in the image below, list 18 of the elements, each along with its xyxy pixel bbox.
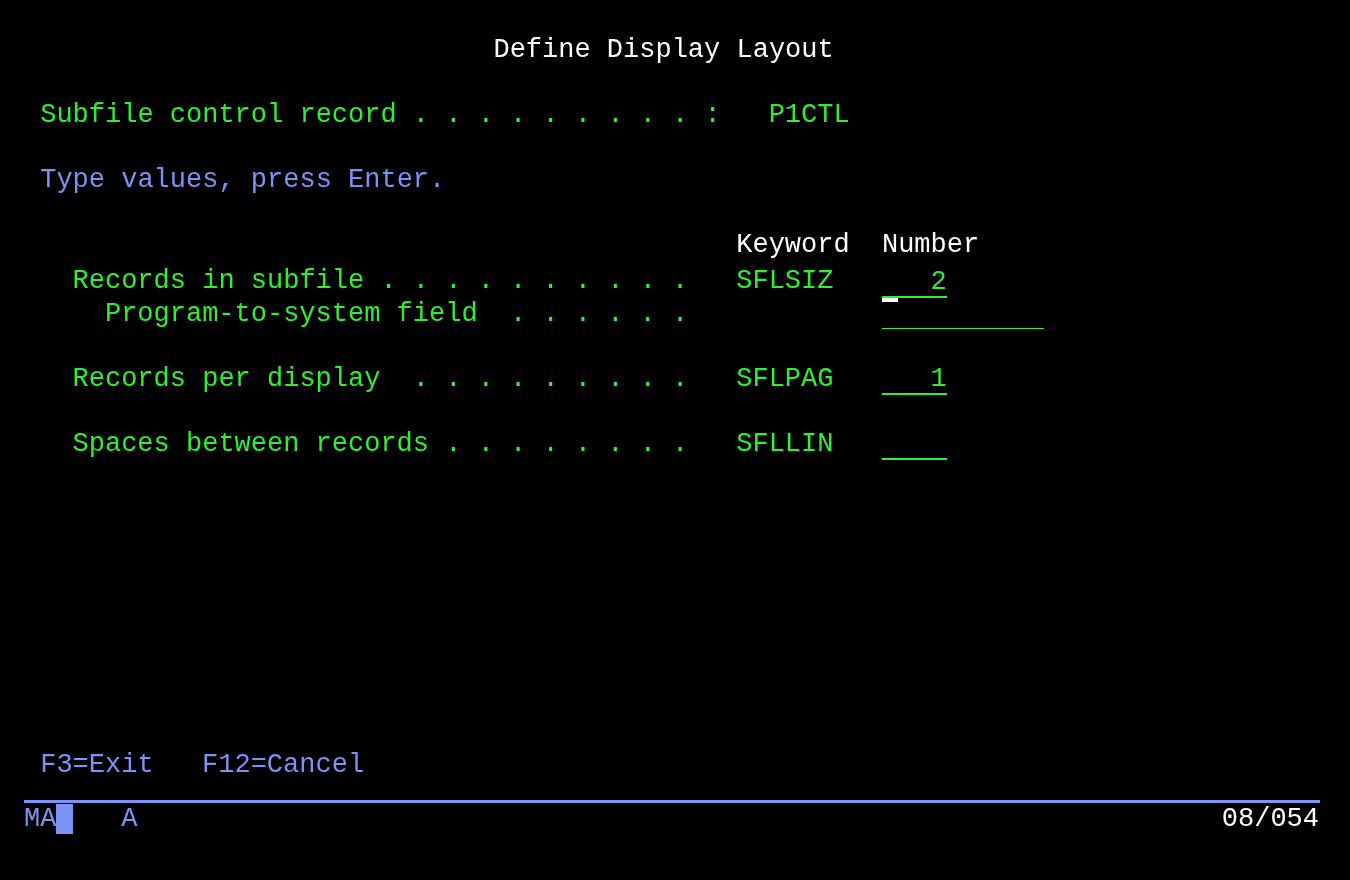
column-heading: Keyword — [736, 229, 850, 262]
field-label: Records in subfile . . . . . . . . . . — [72, 265, 689, 298]
field-label: Records per display . . . . . . . . . — [72, 362, 689, 396]
function-key[interactable]: F3=Exit — [40, 749, 154, 782]
field-label: Program-to-system field . . . . . . — [104, 297, 689, 331]
mode-indicator: MA — [24, 802, 57, 835]
keyword-text: SFLPAG — [736, 362, 834, 396]
insert-indicator: A — [121, 802, 138, 835]
instruction-text: Type values, press Enter. — [40, 164, 446, 197]
cursor-position: 08/054 — [1221, 802, 1319, 835]
function-key[interactable]: F12=Cancel — [202, 749, 365, 782]
keyword-text: SFLSIZ — [736, 265, 834, 298]
field-label: Spaces between records . . . . . . . . — [72, 427, 689, 461]
field-label: Subfile control record . . . . . . . . . : — [40, 99, 721, 132]
screen-title: Define Display Layout — [493, 34, 834, 67]
record-name: P1CTL — [768, 99, 850, 132]
keyword-text: SFLLIN — [736, 427, 834, 461]
column-heading: Number — [881, 229, 980, 262]
